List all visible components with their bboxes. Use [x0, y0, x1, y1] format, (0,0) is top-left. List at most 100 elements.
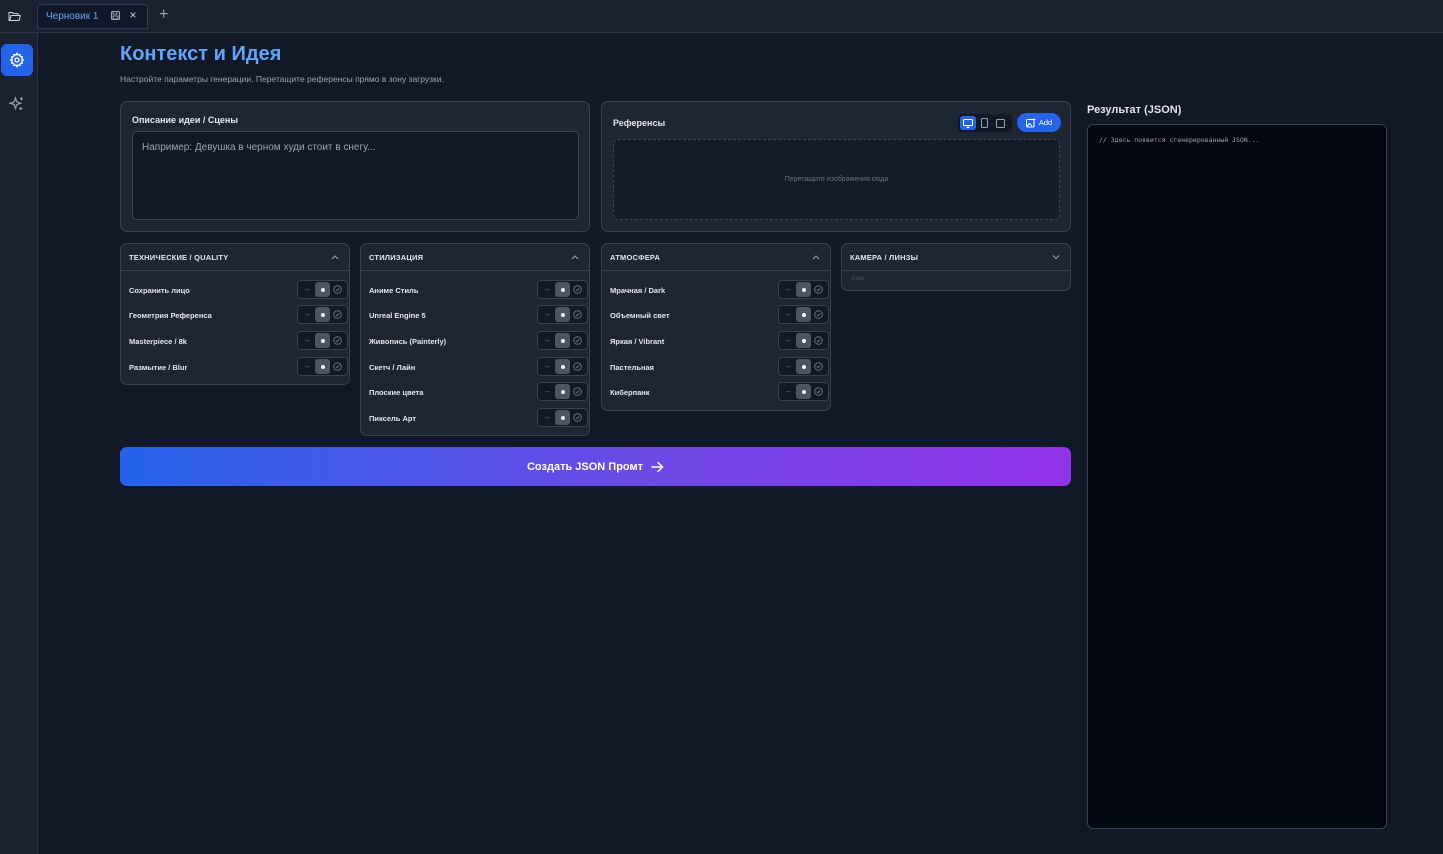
toggle-neutral-button[interactable] — [315, 359, 330, 374]
option-row: Плоские цвета – — [369, 382, 590, 402]
option-row: Размытие / Blur – — [129, 357, 350, 377]
panel-atmosphere: АТМОСФЕРА Мрачная / Dark – Объемный свет… — [601, 243, 831, 411]
toggle-off-button[interactable]: – — [540, 282, 555, 297]
option-label: Masterpiece / 8k — [129, 336, 187, 346]
view-square-button[interactable] — [992, 116, 1008, 130]
toggle-off-button[interactable]: – — [540, 359, 555, 374]
toggle-neutral-button[interactable] — [555, 333, 570, 348]
toggle-on-button[interactable] — [570, 359, 585, 374]
check-circle-icon — [814, 387, 823, 396]
option-row: Живопись (Painterly) – — [369, 331, 590, 351]
option-label: Скетч / Лайн — [369, 362, 416, 372]
toggle-on-button[interactable] — [330, 282, 345, 297]
toggle-neutral-button[interactable] — [555, 307, 570, 322]
panel-camera-title: КАМЕРА / ЛИНЗЫ — [850, 252, 919, 262]
tri-state-toggle: – — [778, 357, 829, 376]
check-circle-icon — [573, 336, 582, 345]
toggle-off-button[interactable]: – — [540, 333, 555, 348]
tab-draft-1[interactable]: Черновик 1 × — [37, 4, 148, 29]
toggle-off-button[interactable]: – — [781, 333, 796, 348]
toggle-neutral-button[interactable] — [555, 410, 570, 425]
panel-technical-header[interactable]: ТЕХНИЧЕСКИЕ / QUALITY — [121, 244, 349, 271]
check-circle-icon — [333, 285, 342, 294]
toggle-off-button[interactable]: – — [540, 410, 555, 425]
toggle-off-button[interactable]: – — [540, 307, 555, 322]
result-json-output[interactable]: // Здесь появится сгенерированный JSON..… — [1087, 124, 1387, 829]
toggle-neutral-button[interactable] — [796, 307, 811, 322]
page-title: Контекст и Идея — [120, 43, 282, 65]
generate-label: Создать JSON Промт — [526, 460, 644, 473]
tri-state-toggle: – — [297, 357, 348, 376]
panel-camera-header[interactable]: КАМЕРА / ЛИНЗЫ — [842, 244, 1070, 271]
view-portrait-button[interactable] — [976, 116, 992, 130]
toggle-neutral-button[interactable] — [315, 307, 330, 322]
generate-json-button[interactable]: Создать JSON Промт — [120, 447, 1071, 486]
dot-icon — [801, 287, 806, 292]
toggle-neutral-button[interactable] — [796, 333, 811, 348]
option-row: Unreal Engine 5 – — [369, 305, 590, 325]
toggle-on-button[interactable] — [811, 333, 826, 348]
toggle-on-button[interactable] — [570, 384, 585, 399]
toggle-neutral-button[interactable] — [796, 282, 811, 297]
toggle-on-button[interactable] — [811, 359, 826, 374]
tri-state-toggle: – — [778, 305, 829, 324]
toggle-neutral-button[interactable] — [555, 384, 570, 399]
toggle-on-button[interactable] — [330, 333, 345, 348]
add-reference-button[interactable]: Add — [1017, 113, 1061, 132]
idea-textarea[interactable]: Например: Девушка в черном худи стоит в … — [132, 131, 579, 220]
toggle-off-button[interactable]: – — [781, 307, 796, 322]
toggle-neutral-button[interactable] — [315, 282, 330, 297]
tri-state-toggle: – — [537, 357, 588, 376]
option-label: Сохранить лицо — [129, 285, 190, 295]
toggle-off-button[interactable]: – — [540, 384, 555, 399]
check-circle-icon — [814, 362, 823, 371]
dot-icon — [320, 364, 325, 369]
toggle-off-button[interactable]: – — [300, 359, 315, 374]
open-folder-button[interactable] — [0, 0, 28, 32]
toggle-on-button[interactable] — [570, 282, 585, 297]
folder-icon — [8, 11, 21, 21]
panel-atmosphere-header[interactable]: АТМОСФЕРА — [602, 244, 830, 271]
chevron-down-icon — [1052, 255, 1060, 260]
toggle-on-button[interactable] — [330, 359, 345, 374]
save-icon[interactable] — [111, 11, 120, 20]
toggle-on-button[interactable] — [570, 410, 585, 425]
check-circle-icon — [573, 362, 582, 371]
toggle-off-button[interactable]: – — [300, 282, 315, 297]
panel-style: СТИЛИЗАЦИЯ Аниме Стиль – Unreal Engine 5… — [360, 243, 590, 436]
toggle-neutral-button[interactable] — [555, 359, 570, 374]
new-tab-button[interactable]: + — [159, 6, 168, 24]
reference-dropzone[interactable]: Перетащите изображения сюда — [613, 139, 1060, 220]
toggle-on-button[interactable] — [570, 333, 585, 348]
toggle-off-button[interactable]: – — [300, 333, 315, 348]
option-row: Сохранить лицо – — [129, 280, 350, 300]
toggle-on-button[interactable] — [811, 282, 826, 297]
toggle-neutral-button[interactable] — [796, 359, 811, 374]
toggle-off-button[interactable]: – — [300, 307, 315, 322]
add-button-label: Add — [1038, 118, 1053, 127]
close-tab-icon[interactable]: × — [128, 8, 138, 22]
tab-bar: Черновик 1 × + — [0, 0, 1443, 33]
toggle-on-button[interactable] — [570, 307, 585, 322]
check-circle-icon — [573, 413, 582, 422]
toggle-on-button[interactable] — [811, 307, 826, 322]
toggle-neutral-button[interactable] — [796, 384, 811, 399]
toggle-off-button[interactable]: – — [781, 384, 796, 399]
panel-style-header[interactable]: СТИЛИЗАЦИЯ — [361, 244, 589, 271]
option-row: Аниме Стиль – — [369, 280, 590, 300]
image-plus-icon — [1025, 117, 1036, 127]
option-label: Объемный свет — [610, 310, 670, 320]
tri-state-toggle: – — [297, 305, 348, 324]
toggle-on-button[interactable] — [330, 307, 345, 322]
settings-nav-button[interactable] — [1, 44, 33, 76]
dot-icon — [320, 338, 325, 343]
toggle-neutral-button[interactable] — [555, 282, 570, 297]
check-circle-icon — [814, 285, 823, 294]
toggle-neutral-button[interactable] — [315, 333, 330, 348]
magic-nav-button[interactable] — [1, 88, 33, 120]
arrow-right-icon — [651, 461, 664, 472]
toggle-off-button[interactable]: – — [781, 359, 796, 374]
view-desktop-button[interactable] — [960, 116, 976, 130]
toggle-off-button[interactable]: – — [781, 282, 796, 297]
toggle-on-button[interactable] — [811, 384, 826, 399]
